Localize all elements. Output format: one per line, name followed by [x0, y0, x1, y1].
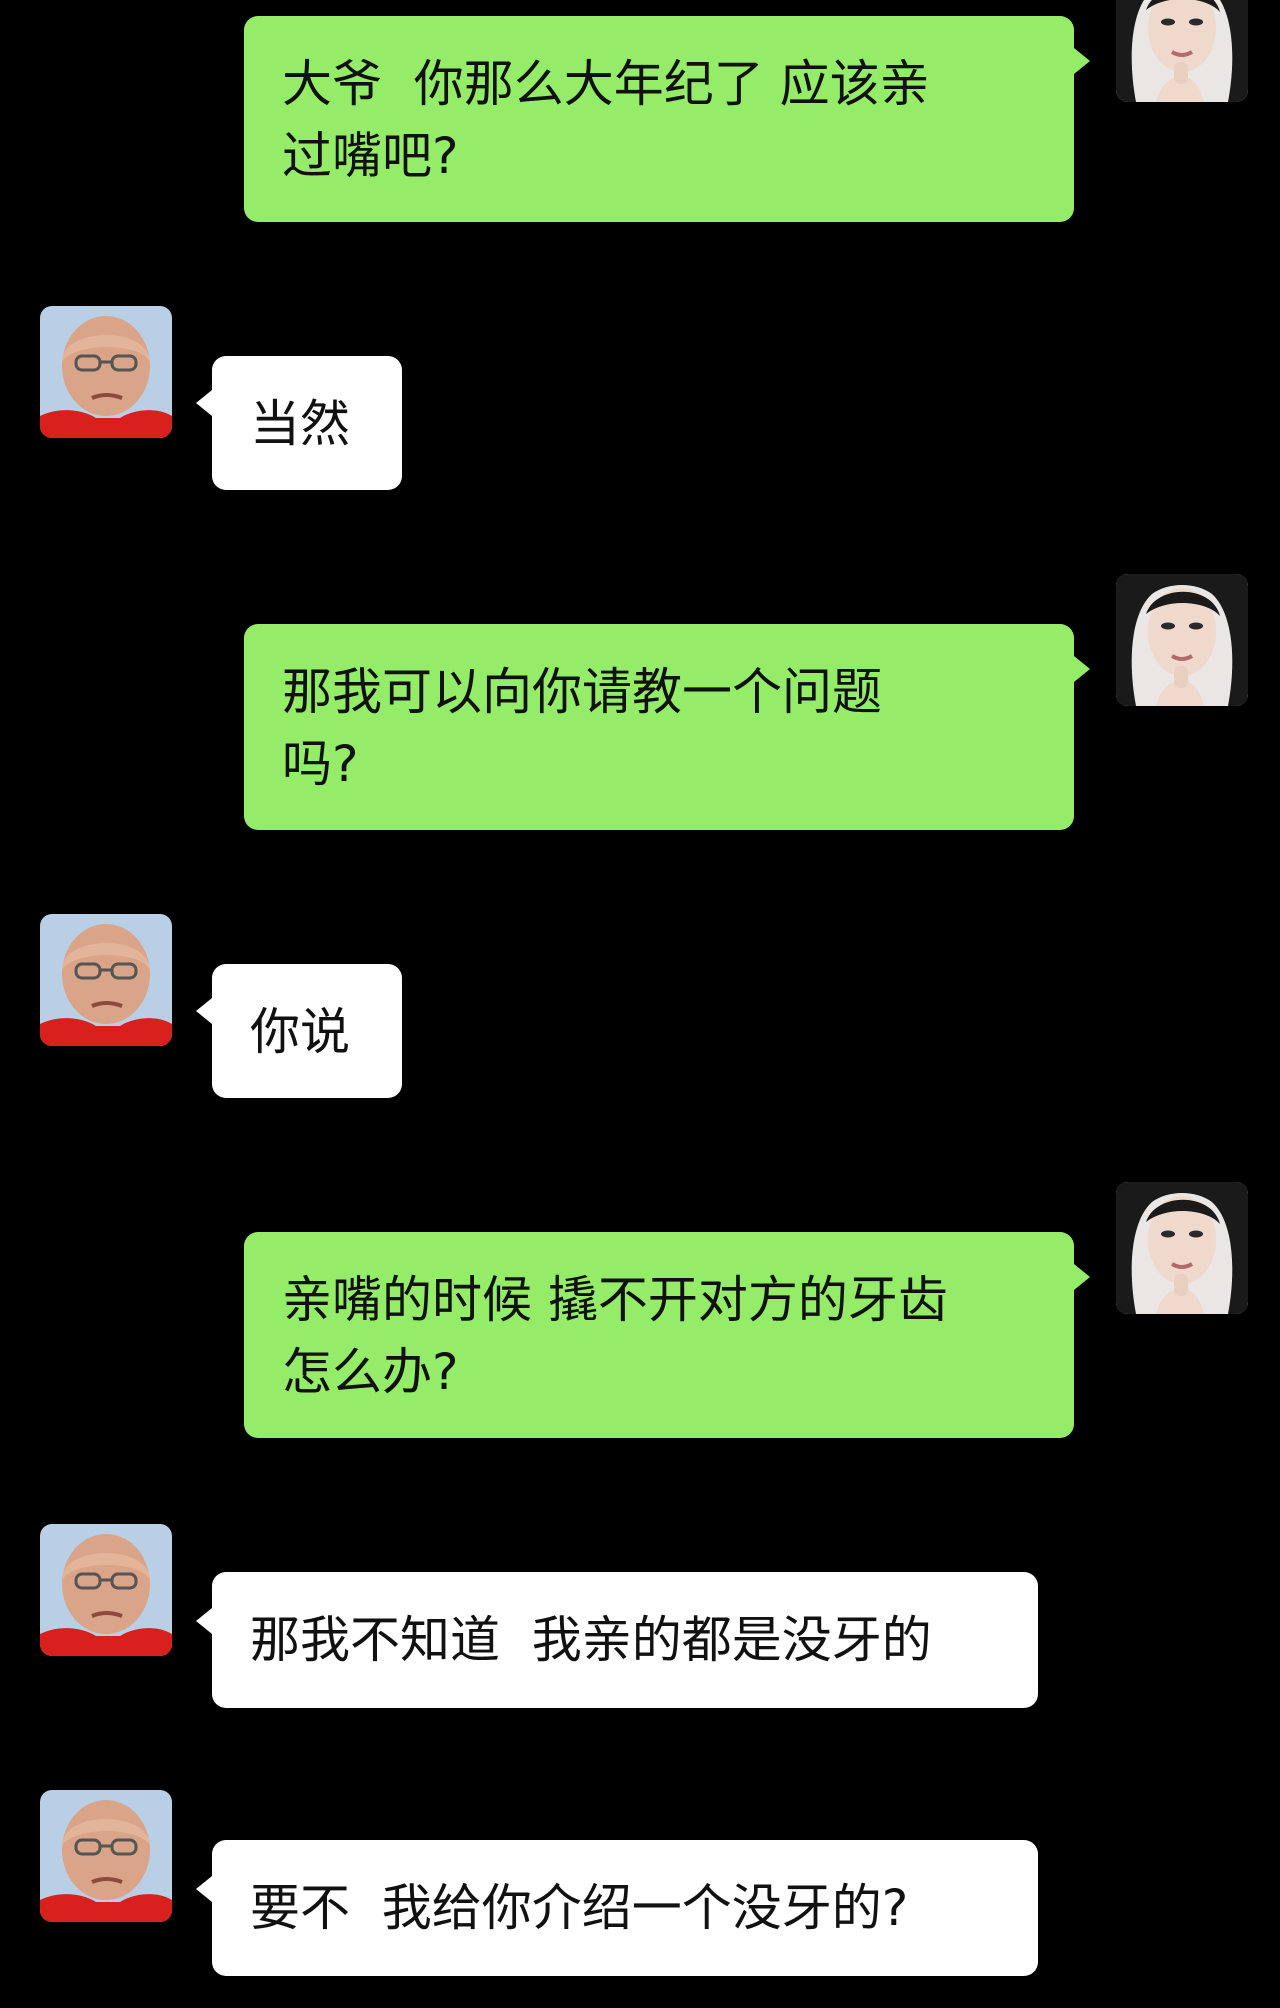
young-woman-avatar[interactable]	[1116, 0, 1248, 102]
bubble-tail	[1074, 48, 1090, 74]
message-bubble[interactable]: 亲嘴的时候 撬不开对方的牙齿 怎么办?	[244, 1232, 1074, 1438]
bubble-tail	[196, 390, 212, 416]
bubble-tail	[1074, 656, 1090, 682]
bubble-tail	[196, 1608, 212, 1634]
message-bubble[interactable]: 那我可以向你请教一个问题 吗?	[244, 624, 1074, 830]
message-bubble[interactable]: 当然	[212, 356, 402, 490]
message-bubble[interactable]: 要不 我给你介绍一个没牙的?	[212, 1840, 1038, 1976]
old-man-avatar[interactable]	[40, 1790, 172, 1922]
message-bubble[interactable]: 大爷 你那么大年纪了 应该亲 过嘴吧?	[244, 16, 1074, 222]
bubble-tail	[1074, 1264, 1090, 1290]
bubble-tail	[196, 998, 212, 1024]
old-man-avatar[interactable]	[40, 914, 172, 1046]
young-woman-avatar[interactable]	[1116, 1182, 1248, 1314]
young-woman-avatar[interactable]	[1116, 574, 1248, 706]
bubble-tail	[196, 1876, 212, 1902]
message-bubble[interactable]: 你说	[212, 964, 402, 1098]
old-man-avatar[interactable]	[40, 1524, 172, 1656]
message-bubble[interactable]: 那我不知道 我亲的都是没牙的	[212, 1572, 1038, 1708]
old-man-avatar[interactable]	[40, 306, 172, 438]
